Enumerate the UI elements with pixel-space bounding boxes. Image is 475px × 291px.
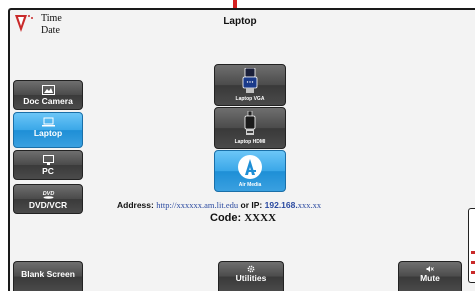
- sidebar-item-pc[interactable]: PC: [13, 150, 83, 180]
- ip-prefix: 192.168.: [264, 200, 298, 210]
- mute-button[interactable]: Mute: [398, 261, 462, 291]
- sidebar-item-label: Doc Camera: [23, 96, 73, 106]
- date-display: Date: [41, 25, 60, 36]
- address-prefix: http://: [156, 200, 177, 210]
- vga-connector-icon: [242, 68, 258, 93]
- laptop-icon: [41, 117, 55, 127]
- sidebar-item-label: PC: [42, 166, 54, 176]
- red-mark: [471, 261, 475, 264]
- code-label: Code:: [210, 212, 242, 224]
- connection-address: Address: http://xxxxxx.am.lit.edu or IP:…: [117, 200, 321, 210]
- blank-screen-label: Blank Screen: [21, 269, 75, 279]
- picture-icon: [41, 85, 55, 95]
- sidebar-item-doc-camera[interactable]: Doc Camera: [13, 80, 83, 110]
- top-indicator: [233, 0, 237, 8]
- page-title: Laptop: [223, 16, 257, 27]
- source-laptop-vga[interactable]: Laptop VGA: [214, 64, 286, 106]
- side-panel-tab[interactable]: [468, 208, 475, 283]
- source-air-media[interactable]: Air Media: [214, 150, 286, 192]
- dvd-icon: DVD: [42, 191, 54, 199]
- hdmi-connector-icon: [244, 111, 256, 135]
- mute-label: Mute: [420, 273, 440, 283]
- code-value: XXXX: [244, 212, 277, 224]
- logo-icon: [15, 15, 33, 32]
- mute-speaker-icon: [426, 266, 434, 272]
- control-panel-screen: Time Date Laptop Doc Camera Laptop PC DV…: [0, 0, 475, 291]
- gear-icon: [247, 265, 255, 273]
- connection-code: Code: XXXX: [210, 212, 276, 224]
- air-media-icon: [238, 155, 262, 179]
- or-ip-label: or IP:: [240, 200, 263, 210]
- utilities-label: Utilities: [235, 273, 267, 283]
- blank-screen-button[interactable]: Blank Screen: [13, 261, 83, 291]
- sidebar-item-dvd-vcr[interactable]: DVD DVD/VCR: [13, 184, 83, 214]
- utilities-button[interactable]: Utilities: [218, 261, 284, 291]
- address-label: Address:: [117, 200, 154, 210]
- time-display: Time: [41, 13, 62, 24]
- svg-text:DVD: DVD: [42, 191, 54, 197]
- address-url: xxxxxx.am.lit.edu: [176, 200, 239, 210]
- sidebar-item-label: Laptop: [33, 128, 63, 138]
- monitor-icon: [42, 155, 54, 165]
- sidebar-item-label: DVD/VCR: [28, 200, 68, 210]
- source-label: Laptop HDMI: [234, 139, 266, 145]
- source-label: Air Media: [238, 182, 262, 188]
- red-mark: [471, 251, 475, 254]
- red-mark: [471, 271, 475, 274]
- source-laptop-hdmi[interactable]: Laptop HDMI: [214, 107, 286, 149]
- ip-suffix: xxx.xx: [297, 200, 322, 210]
- sidebar-item-laptop[interactable]: Laptop: [13, 112, 83, 148]
- source-label: Laptop VGA: [235, 96, 265, 102]
